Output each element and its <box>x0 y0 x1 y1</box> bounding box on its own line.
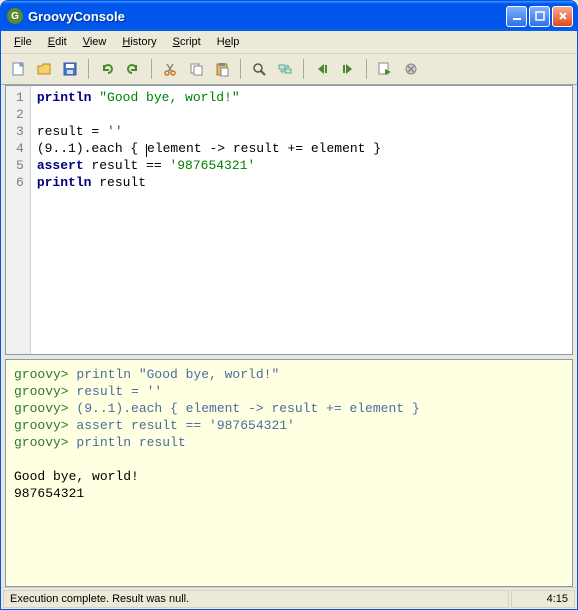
code-editor[interactable]: 1 2 3 4 5 6 println "Good bye, world!" r… <box>5 85 573 355</box>
token: (9..1).each { <box>37 141 146 156</box>
menubar: File Edit View History Script Help <box>1 31 577 54</box>
line-number: 1 <box>16 89 24 106</box>
copy-icon[interactable] <box>185 58 207 80</box>
redo-icon[interactable] <box>122 58 144 80</box>
token-string: '' <box>107 124 123 139</box>
prompt: groovy> <box>14 367 69 382</box>
code-area[interactable]: println "Good bye, world!" result = '' (9… <box>31 86 387 354</box>
toolbar-separator <box>303 59 304 79</box>
history-prev-icon[interactable] <box>311 58 333 80</box>
toolbar-separator <box>240 59 241 79</box>
open-file-icon[interactable] <box>33 58 55 80</box>
echo-line: println "Good bye, world!" <box>69 367 280 382</box>
menu-file-rest: ile <box>21 36 32 48</box>
menu-script[interactable]: Script <box>166 34 208 50</box>
echo-line: assert result == '987654321' <box>69 418 295 433</box>
prompt: groovy> <box>14 401 69 416</box>
toolbar <box>1 54 577 85</box>
menu-view[interactable]: View <box>76 34 114 50</box>
menu-help[interactable]: Help <box>210 34 247 50</box>
minimize-button[interactable] <box>506 6 527 27</box>
line-number: 5 <box>16 157 24 174</box>
token-keyword: assert <box>37 158 84 173</box>
titlebar[interactable]: G GroovyConsole <box>1 1 577 31</box>
token: result = <box>37 124 107 139</box>
token-keyword: println <box>37 90 92 105</box>
output-pane[interactable]: groovy> println "Good bye, world!" groov… <box>5 359 573 587</box>
toolbar-separator <box>88 59 89 79</box>
maximize-button[interactable] <box>529 6 550 27</box>
new-file-icon[interactable] <box>7 58 29 80</box>
line-number: 4 <box>16 140 24 157</box>
status-message: Execution complete. Result was null. <box>3 590 509 608</box>
menu-edit[interactable]: Edit <box>41 34 74 50</box>
interrupt-icon[interactable] <box>400 58 422 80</box>
toolbar-separator <box>151 59 152 79</box>
run-script-icon[interactable] <box>374 58 396 80</box>
output-line: 987654321 <box>14 486 84 501</box>
history-next-icon[interactable] <box>337 58 359 80</box>
prompt: groovy> <box>14 418 69 433</box>
save-file-icon[interactable] <box>59 58 81 80</box>
find-icon[interactable] <box>248 58 270 80</box>
line-number: 3 <box>16 123 24 140</box>
line-gutter: 1 2 3 4 5 6 <box>6 86 31 354</box>
content-area: 1 2 3 4 5 6 println "Good bye, world!" r… <box>1 85 577 587</box>
prompt: groovy> <box>14 435 69 450</box>
paste-icon[interactable] <box>211 58 233 80</box>
undo-icon[interactable] <box>96 58 118 80</box>
output-line: Good bye, world! <box>14 469 139 484</box>
cursor-position: 4:15 <box>511 590 575 608</box>
replace-icon[interactable] <box>274 58 296 80</box>
token-string: '987654321' <box>169 158 255 173</box>
window-title: GroovyConsole <box>28 9 504 24</box>
close-button[interactable] <box>552 6 573 27</box>
menu-file[interactable]: File <box>7 34 39 50</box>
menu-history[interactable]: History <box>115 34 163 50</box>
token: element -> result += element } <box>147 141 381 156</box>
toolbar-separator <box>366 59 367 79</box>
statusbar: Execution complete. Result was null. 4:1… <box>1 587 577 609</box>
window: G GroovyConsole File Edit View History S… <box>0 0 578 610</box>
token-string: "Good bye, world!" <box>99 90 239 105</box>
echo-line: result = '' <box>69 384 163 399</box>
line-number: 2 <box>16 106 24 123</box>
line-number: 6 <box>16 174 24 191</box>
prompt: groovy> <box>14 384 69 399</box>
text-caret <box>146 144 147 157</box>
token-keyword: println <box>37 175 92 190</box>
cut-icon[interactable] <box>159 58 181 80</box>
echo-line: println result <box>69 435 186 450</box>
app-icon: G <box>7 8 23 24</box>
token: result == <box>84 158 170 173</box>
echo-line: (9..1).each { element -> result += eleme… <box>69 401 420 416</box>
token: result <box>91 175 146 190</box>
